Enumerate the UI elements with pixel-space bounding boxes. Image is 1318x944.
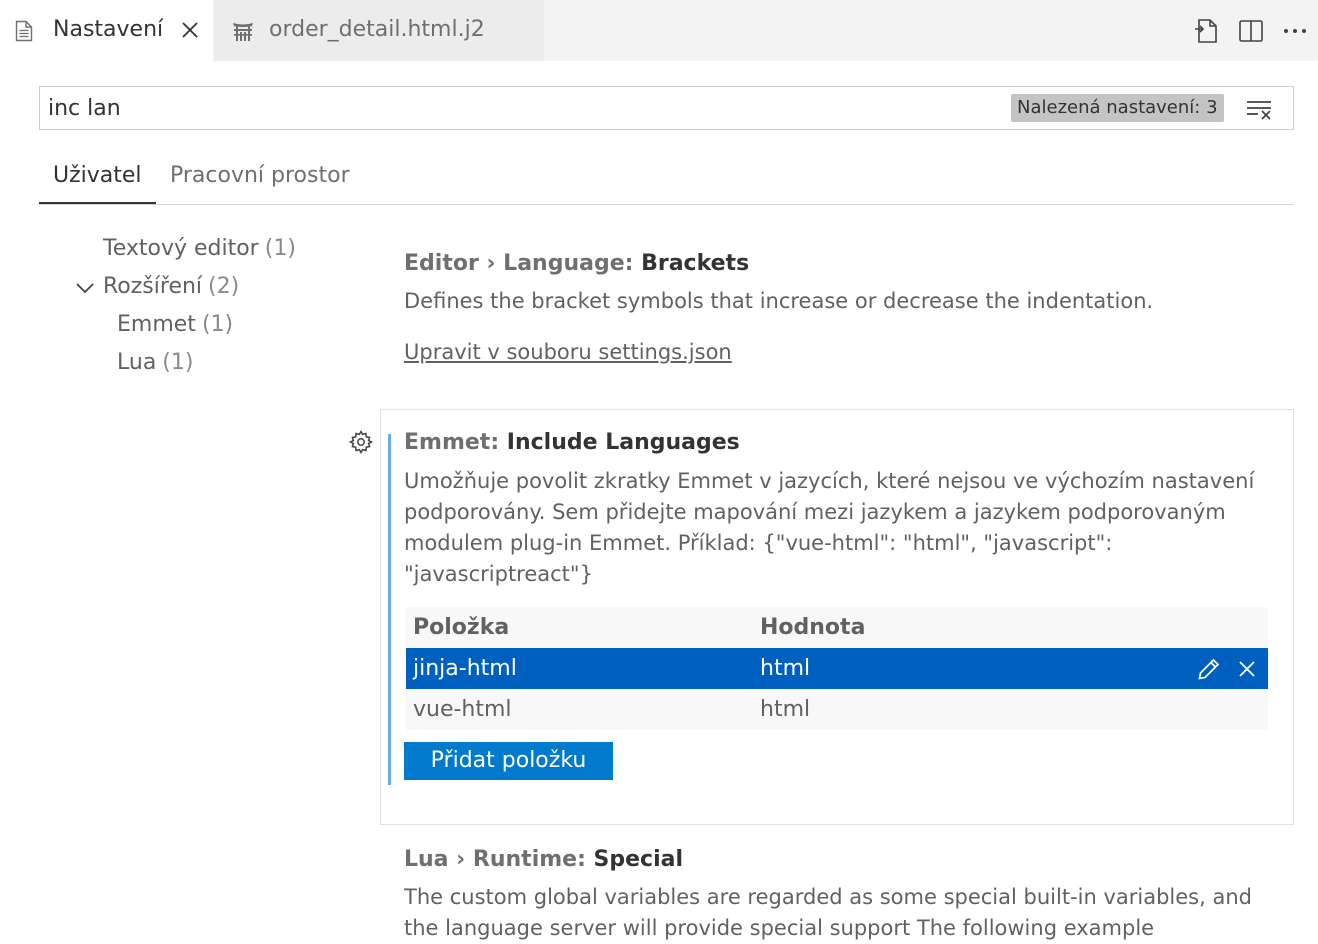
table-row[interactable]: vue-html html [406,689,1268,730]
toc-count: (1) [201,312,234,337]
setting-key: Special [593,847,684,872]
tab-label: order_detail.html.j2 [269,17,485,42]
setting-category: Editor › Language: [404,251,642,276]
toc-item-text-editor[interactable]: Textový editor (1) [103,236,296,261]
edit-icon[interactable] [1196,656,1222,682]
modified-indicator [388,434,391,785]
results-count-badge: Nalezená nastavení: 3 [1011,94,1224,122]
setting-title-include-languages: Emmet: Include Languages [404,430,740,455]
jinja-template-icon [232,20,254,42]
row-item: jinja-html [413,656,517,681]
tab-label: Nastavení [53,17,164,42]
toc-label: Textový editor [103,236,259,261]
table-row[interactable]: jinja-html html [406,648,1268,689]
search-input[interactable] [48,93,948,123]
settings-file-icon [14,20,34,42]
settings-scope-tabs: Uživatel Pracovní prostor [39,153,1294,205]
clear-filter-icon[interactable] [1244,96,1274,122]
settings-search-box: Nalezená nastavení: 3 [39,86,1294,130]
split-editor-icon[interactable] [1236,16,1266,46]
more-actions-icon[interactable] [1280,16,1310,46]
setting-category: Emmet: [404,430,507,455]
toc-item-lua[interactable]: Lua (1) [117,350,193,375]
toc-count: (1) [264,236,296,261]
remove-icon[interactable] [1234,656,1260,682]
row-value: html [760,656,811,681]
key-value-table: Položka Hodnota jinja-html html vue-html… [406,607,1268,730]
tab-workspace[interactable]: Pracovní prostor [170,153,350,204]
column-header-value: Hodnota [760,615,866,640]
setting-title-runtime-special: Lua › Runtime: Special [404,847,683,872]
setting-description: Defines the bracket symbols that increas… [404,289,1154,313]
chevron-down-icon[interactable] [74,277,96,299]
tab-order-detail[interactable]: order_detail.html.j2 [214,0,544,61]
tab-settings[interactable]: Nastavení [0,0,213,61]
row-value: html [760,697,811,722]
setting-description: Umožňuje povolit zkratky Emmet v jazycíc… [404,469,1255,586]
toc-item-extensions[interactable]: Rozšíření (2) [103,274,239,299]
toc-label: Rozšíření [103,274,203,299]
add-item-button[interactable]: Přidat položku [404,742,613,780]
toc-label: Emmet [117,312,196,337]
toc-item-emmet[interactable]: Emmet (1) [117,312,233,337]
row-item: vue-html [413,697,512,722]
editor-tab-bar: Nastavení order_detail.html.j2 [0,0,1318,61]
tab-user[interactable]: Uživatel [39,153,156,204]
edit-in-settings-json-link[interactable]: Upravit v souboru settings.json [404,340,732,364]
setting-title-brackets: Editor › Language: Brackets [404,251,749,276]
setting-category: Lua › Runtime: [404,847,594,872]
setting-key: Include Languages [506,430,740,455]
table-header-row: Položka Hodnota [406,607,1268,648]
close-icon[interactable] [179,19,201,41]
open-settings-json-icon[interactable] [1192,16,1222,46]
column-header-item: Položka [413,615,510,640]
toc-count: (1) [162,350,194,375]
gear-icon[interactable] [347,428,375,456]
setting-description: The custom global variables are regarded… [404,885,1252,940]
toc-label: Lua [117,350,157,375]
setting-key: Brackets [641,251,750,276]
toc-count: (2) [208,274,240,299]
